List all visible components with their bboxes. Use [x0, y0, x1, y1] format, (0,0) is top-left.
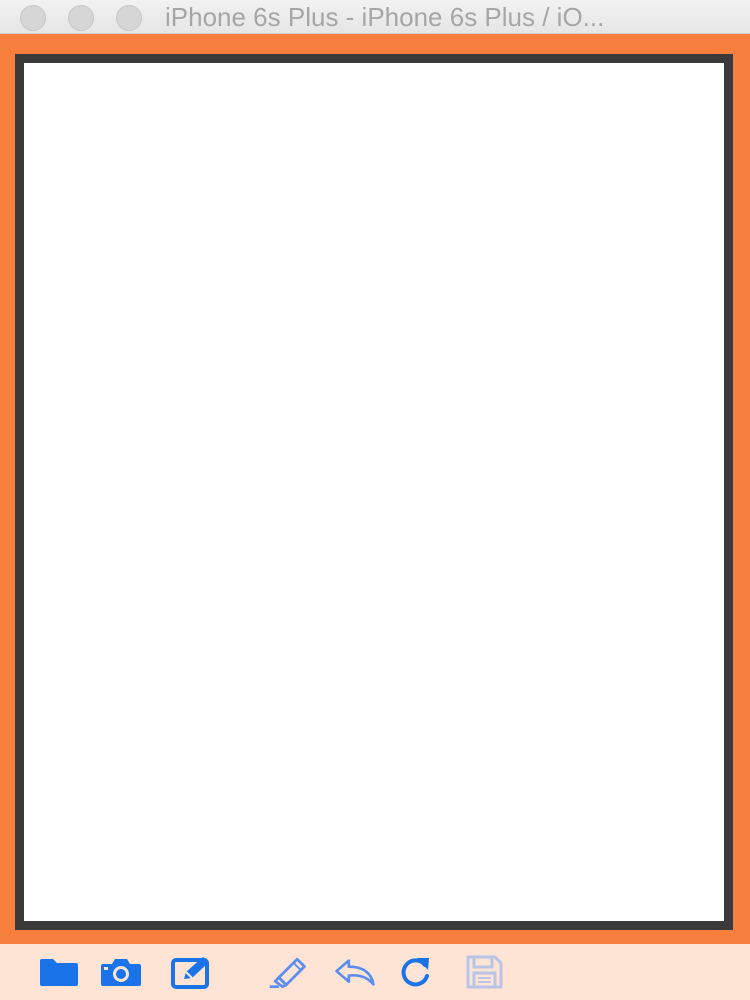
undo-icon	[335, 959, 375, 986]
camera-icon	[101, 959, 141, 986]
save-icon	[466, 955, 503, 989]
close-window-button[interactable]	[20, 5, 46, 31]
title-bar[interactable]: iPhone 6s Plus - iPhone 6s Plus / iO...	[0, 0, 750, 34]
device-screen	[0, 34, 750, 944]
edit-icon	[171, 957, 209, 989]
minimize-window-button[interactable]	[68, 5, 94, 31]
redo-button[interactable]	[393, 954, 437, 990]
bottom-toolbar	[0, 944, 750, 1000]
camera-button[interactable]	[99, 954, 143, 990]
window-title: iPhone 6s Plus - iPhone 6s Plus / iO...	[165, 2, 605, 32]
highlighter-button[interactable]	[266, 954, 310, 990]
folder-icon	[40, 959, 78, 986]
save-button[interactable]	[462, 954, 506, 990]
open-folder-button[interactable]	[37, 954, 81, 990]
edit-button[interactable]	[170, 954, 214, 990]
redo-icon	[401, 958, 429, 987]
simulator-window: iPhone 6s Plus - iPhone 6s Plus / iO...	[0, 0, 750, 1000]
zoom-window-button[interactable]	[116, 5, 142, 31]
highlighter-icon	[269, 957, 306, 989]
canvas-frame	[15, 54, 733, 930]
undo-button[interactable]	[333, 954, 377, 990]
drawing-canvas[interactable]	[24, 63, 724, 921]
